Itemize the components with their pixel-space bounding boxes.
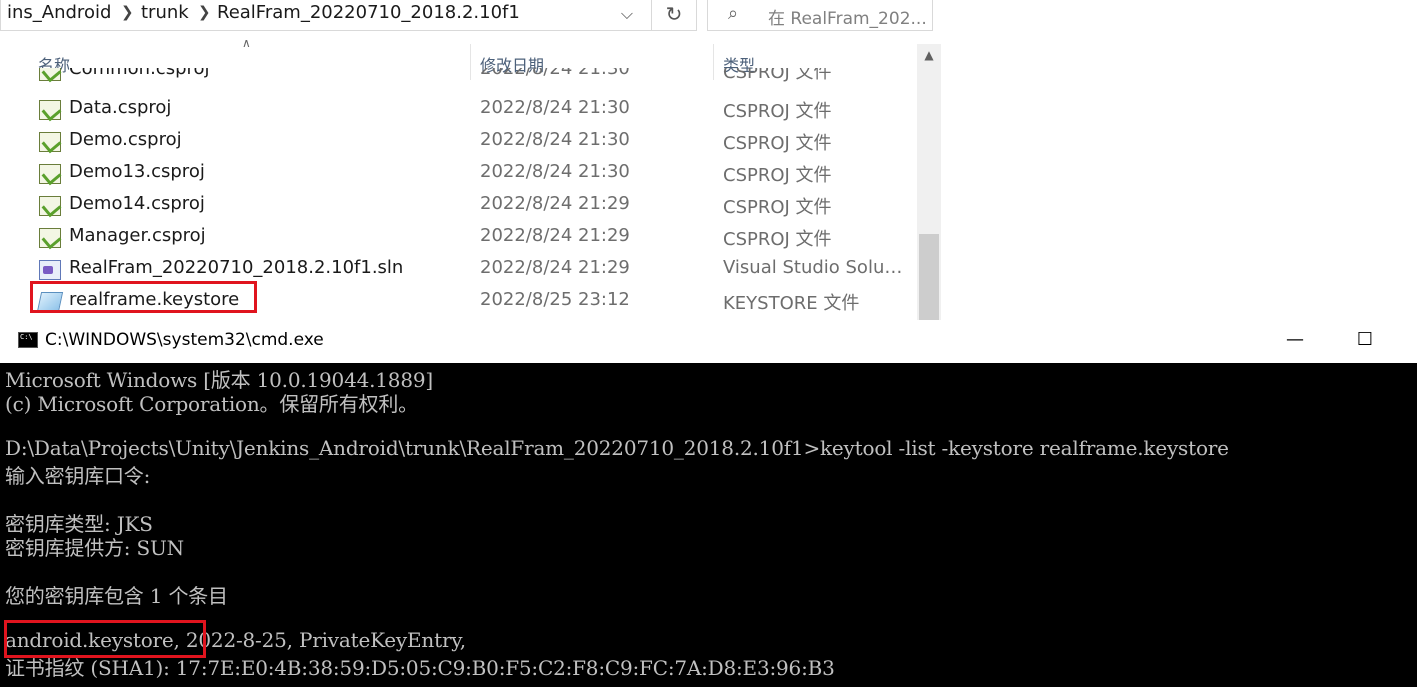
console-line: D:\Data\Projects\Unity\Jenkins_Android\t…: [5, 436, 1229, 460]
vertical-scrollbar[interactable]: ▲: [917, 44, 941, 320]
file-row[interactable]: Demo13.csproj 2022/8/24 21:30 CSPROJ 文件: [30, 157, 915, 189]
breadcrumb-item[interactable]: RealFram_20220710_2018.2.10f1: [217, 2, 520, 23]
file-date: 2022/8/24 21:29: [480, 257, 630, 278]
console-line: 密钥库提供方: SUN: [5, 536, 184, 560]
file-type: KEYSTORE 文件: [723, 293, 860, 314]
minimize-button[interactable]: —: [1280, 326, 1310, 356]
breadcrumb-item[interactable]: ins_Android: [7, 2, 111, 23]
file-date: 2022/8/24 21:30: [480, 97, 630, 118]
refresh-icon[interactable]: ↻: [651, 0, 696, 30]
address-bar[interactable]: ins_Android ❯ trunk ❯ RealFram_20220710_…: [0, 0, 697, 31]
highlight-box: [30, 281, 257, 313]
file-row[interactable]: Demo14.csproj 2022/8/24 21:29 CSPROJ 文件: [30, 189, 915, 221]
scrollbar-thumb[interactable]: [919, 234, 939, 320]
file-type: CSPROJ 文件: [723, 229, 832, 250]
scroll-up-icon[interactable]: ▲: [917, 48, 941, 66]
chevron-right-icon[interactable]: ❯: [121, 3, 134, 21]
search-icon: ⌕: [728, 3, 739, 24]
console-line: 输入密钥库口令:: [5, 464, 151, 488]
file-type: CSPROJ 文件: [723, 197, 832, 218]
highlight-box: [4, 620, 206, 658]
file-type: CSPROJ 文件: [723, 133, 832, 154]
file-type: CSPROJ 文件: [723, 68, 832, 83]
sort-ascending-icon: ∧: [242, 36, 251, 50]
file-name: Manager.csproj: [69, 225, 206, 246]
cmd-title: C:\WINDOWS\system32\cmd.exe: [45, 330, 324, 350]
cmd-app-icon: [18, 332, 38, 348]
file-name: Data.csproj: [69, 97, 172, 118]
console-line: (c) Microsoft Corporation。保留所有权利。: [5, 392, 418, 416]
file-name: RealFram_20220710_2018.2.10f1.sln: [69, 257, 404, 278]
csproj-icon: [39, 196, 61, 216]
file-date: 2022/8/24 21:30: [480, 129, 630, 150]
file-date: 2022/8/25 23:12: [480, 289, 630, 310]
file-name: Common.csproj: [69, 68, 210, 79]
console-line: 您的密钥库包含 1 个条目: [5, 584, 228, 608]
search-input[interactable]: ⌕ 在 RealFram_202...: [707, 0, 933, 31]
file-date: 2022/8/24 21:29: [480, 225, 630, 246]
file-type: CSPROJ 文件: [723, 101, 832, 122]
csproj-icon: [39, 228, 61, 248]
file-date: 2022/8/24 21:29: [480, 193, 630, 214]
file-row[interactable]: Data.csproj 2022/8/24 21:30 CSPROJ 文件: [30, 93, 915, 125]
file-explorer-window: ins_Android ❯ trunk ❯ RealFram_20220710_…: [0, 0, 943, 320]
csproj-icon: [39, 68, 61, 81]
csproj-icon: [39, 132, 61, 152]
file-type: Visual Studio Soluti...: [723, 257, 908, 278]
file-date: 2022/8/24 21:30: [480, 68, 630, 79]
cmd-title-bar[interactable]: C:\WINDOWS\system32\cmd.exe — ☐: [0, 320, 1417, 363]
search-placeholder: 在 RealFram_202...: [768, 9, 927, 29]
cmd-window: C:\WINDOWS\system32\cmd.exe — ☐ Microsof…: [0, 320, 1417, 687]
console-output[interactable]: Microsoft Windows [版本 10.0.19044.1889] (…: [0, 364, 1417, 687]
csproj-icon: [39, 164, 61, 184]
file-name: Demo13.csproj: [69, 161, 205, 182]
file-row[interactable]: Manager.csproj 2022/8/24 21:29 CSPROJ 文件: [30, 221, 915, 253]
chevron-down-icon[interactable]: ⌵: [615, 4, 639, 26]
sln-icon: [39, 260, 61, 280]
maximize-button[interactable]: ☐: [1350, 326, 1380, 356]
file-row[interactable]: Common.csproj 2022/8/24 21:30 CSPROJ 文件: [30, 68, 915, 86]
file-type: CSPROJ 文件: [723, 165, 832, 186]
file-name: Demo14.csproj: [69, 193, 205, 214]
breadcrumb-item[interactable]: trunk: [141, 2, 189, 23]
file-row[interactable]: Demo.csproj 2022/8/24 21:30 CSPROJ 文件: [30, 125, 915, 157]
file-name: Demo.csproj: [69, 129, 182, 150]
chevron-right-icon[interactable]: ❯: [198, 3, 211, 21]
file-date: 2022/8/24 21:30: [480, 161, 630, 182]
csproj-icon: [39, 100, 61, 120]
